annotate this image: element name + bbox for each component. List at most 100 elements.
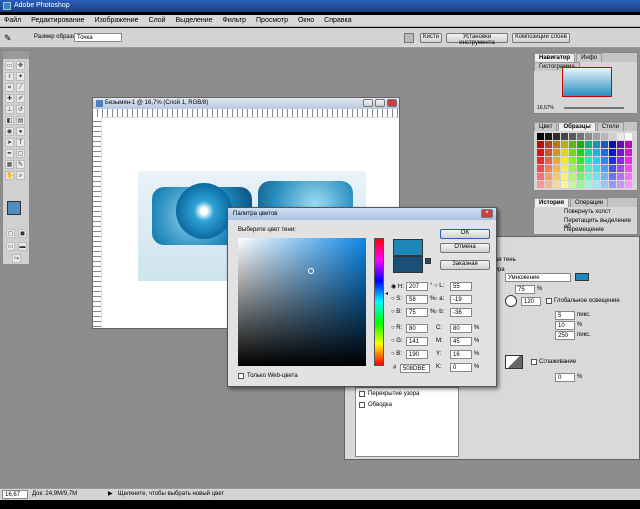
swatch-cell[interactable] [601,165,608,172]
tab-info[interactable]: Инфо [576,53,602,62]
swatch-cell[interactable] [569,181,576,188]
rgb-b-field[interactable]: 190 [406,350,428,359]
sample-size-select[interactable]: Точка [74,33,122,42]
angle-dial-icon[interactable] [505,295,517,307]
swatch-cell[interactable] [601,141,608,148]
m-field[interactable]: 45 [450,337,472,346]
swatch-cell[interactable] [601,149,608,156]
angle-field[interactable]: 120 [521,297,541,306]
custom-button[interactable]: Заказная [440,260,490,270]
swatch-cell[interactable] [569,165,576,172]
tab-brushes[interactable]: Кисти [420,33,442,43]
swatch-cell[interactable] [561,173,568,180]
eyedropper-icon[interactable]: ✎ [4,33,12,44]
swatch-cell[interactable] [625,181,632,188]
g-radio[interactable]: ○ G: [391,338,403,344]
menu-layer[interactable]: Слой [145,15,170,24]
menu-edit[interactable]: Редактирование [27,15,88,24]
s-field[interactable]: 58 [406,295,428,304]
navigator-slider[interactable] [564,107,624,109]
palette-well-icon[interactable] [404,33,414,43]
swatch-cell[interactable] [593,149,600,156]
gradient-tool-icon[interactable]: ▤ [16,116,25,125]
l-radio[interactable]: ○ L: [434,283,444,289]
spread-field[interactable]: 10 [555,321,575,330]
zoom-tool-icon[interactable]: ⌕ [16,171,25,180]
swatch-cell[interactable] [593,165,600,172]
g-field[interactable]: 141 [406,337,428,346]
swatch-cell[interactable] [545,165,552,172]
swatch-cell[interactable] [625,149,632,156]
menu-view[interactable]: Просмотр [252,15,292,24]
swatch-cell[interactable] [545,173,552,180]
swatch-cell[interactable] [609,149,616,156]
foreground-color-swatch[interactable] [7,201,21,215]
swatch-cell[interactable] [577,149,584,156]
swatch-cell[interactable] [625,165,632,172]
color-field-cursor[interactable] [308,268,314,274]
swatch-cell[interactable] [593,133,600,140]
minimize-button[interactable] [363,99,373,107]
swatch-cell[interactable] [625,157,632,164]
marquee-tool-icon[interactable]: ▭ [5,61,14,70]
contour-preview[interactable] [505,355,523,369]
ok-button[interactable]: OK [440,229,490,239]
blur-tool-icon[interactable]: ◉ [5,127,14,136]
tab-color[interactable]: Цвет [534,122,558,131]
opacity-field[interactable]: 75 [515,285,535,294]
stamp-tool-icon[interactable]: ⊥ [5,105,14,114]
c-field[interactable]: 80 [450,324,472,333]
type-tool-icon[interactable]: T [16,138,25,147]
r-radio[interactable]: ○ R: [391,325,402,331]
color-field[interactable] [238,238,366,366]
noise-field[interactable]: 0 [555,373,575,382]
global-light-checkbox[interactable] [546,298,552,304]
blend-mode-select[interactable]: Умножение [505,273,571,282]
swatch-cell[interactable] [537,133,544,140]
slice-tool-icon[interactable]: ⁄ [16,83,25,92]
swatch-cell[interactable] [537,157,544,164]
swatch-cell[interactable] [553,165,560,172]
swatch-cell[interactable] [593,141,600,148]
swatch-cell[interactable] [617,173,624,180]
tab-styles[interactable]: Стили [596,122,624,131]
h-field[interactable]: 207 [406,282,428,291]
crop-tool-icon[interactable]: ⌗ [5,83,14,92]
k-field[interactable]: 0 [450,363,472,372]
swatch-cell[interactable] [561,165,568,172]
h-radio[interactable]: ◉ H: [391,283,404,290]
magic-wand-tool-icon[interactable]: ✦ [16,72,25,81]
swatch-cell[interactable] [593,173,600,180]
swatch-cell[interactable] [609,157,616,164]
swatch-cell[interactable] [545,149,552,156]
s-radio[interactable]: ○ S: [391,296,402,302]
jump-to-imageready-icon[interactable]: ↪ [12,254,21,263]
screen-mode-2-icon[interactable]: ▬ [18,242,27,251]
size-field[interactable]: 250 [555,331,575,340]
swatch-cell[interactable] [537,173,544,180]
history-brush-icon[interactable]: ↺ [16,105,25,114]
swatch-cell[interactable] [537,181,544,188]
swatch-cell[interactable] [569,133,576,140]
history-item[interactable]: Перемещение [564,227,604,233]
web-safe-cube-icon[interactable] [425,258,431,264]
swatch-cell[interactable] [617,181,624,188]
swatch-cell[interactable] [609,133,616,140]
pattern-overlay-checkbox[interactable] [359,391,365,397]
tab-history[interactable]: История [534,198,570,207]
swatch-cell[interactable] [601,181,608,188]
swatch-cell[interactable] [601,157,608,164]
swatch-grid[interactable] [537,133,633,189]
menu-image[interactable]: Изображение [90,15,142,24]
swatch-cell[interactable] [585,165,592,172]
quickmask-mode-icon[interactable]: ◼ [18,229,27,238]
a-field[interactable]: -19 [450,295,472,304]
stroke-checkbox[interactable] [359,402,365,408]
picker-titlebar[interactable]: Палитра цветов × [228,208,496,220]
b-radio[interactable]: ○ B: [391,309,402,315]
tab-layer-comps[interactable]: Композиции слоев [512,33,570,43]
swatch-cell[interactable] [617,157,624,164]
stroke-label[interactable]: Обводка [368,402,392,408]
swatch-cell[interactable] [609,173,616,180]
screen-mode-1-icon[interactable]: ▭ [6,242,15,251]
